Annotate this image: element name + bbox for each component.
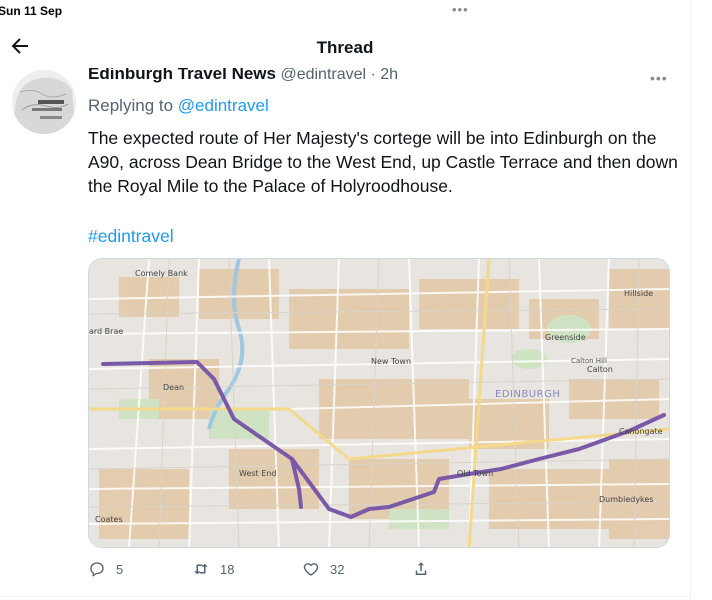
map-label-new-town: New Town [371,357,412,366]
map-label-west-end: West End [239,469,277,478]
like-button[interactable]: 32 [302,560,344,578]
tweet-divider [0,596,690,597]
retweet-button[interactable]: 18 [192,560,234,578]
column-divider [690,0,691,600]
tweet-actions: 5 18 32 [88,560,508,582]
share-button[interactable] [412,560,430,578]
map-label-dean: Dean [163,383,185,392]
page-title: Thread [316,38,374,57]
map-label-calton: Calton [587,365,613,374]
map-label-comely-bank: Comely Bank [135,269,188,278]
share-icon [415,562,427,575]
like-count: 32 [330,561,345,577]
more-options-icon[interactable]: ••• [650,70,668,86]
map-label-old-town: Old Town [457,469,494,478]
replying-to: Replying to @edintravel [88,96,269,116]
tweet-text: The expected route of Her Majesty's cort… [88,128,678,196]
map-label-canongate: Canongate [619,427,663,436]
status-bar: Sun 11 Sep ••• [0,0,690,22]
reply-button[interactable]: 5 [88,560,123,578]
map-label-coates: Coates [95,515,123,524]
thread-header: Thread [0,30,690,66]
hashtag-link[interactable]: #edintravel [88,226,174,247]
map-label-ard-brae: ard Brae [89,327,124,336]
map-label-calton-hill: Calton Hill [571,357,607,365]
author-name[interactable]: Edinburgh Travel News [88,68,276,83]
map-canvas [89,259,669,547]
retweet-icon [194,563,208,575]
route-map-image[interactable]: Comely Bank Hillside ard Brae Greenside … [88,258,670,548]
avatar[interactable] [12,70,76,134]
replying-to-label: Replying to [88,96,178,115]
retweet-count: 18 [220,561,235,577]
multitask-dots[interactable]: ••• [452,2,469,17]
map-label-edinburgh: EDINBURGH [495,389,561,400]
author-meta[interactable]: @edintravel · 2h [276,68,398,83]
tweet-header: Edinburgh Travel News @edintravel · 2h [88,68,398,85]
reply-count: 5 [116,561,124,577]
map-label-hillside: Hillside [624,289,654,298]
status-date: Sun 11 Sep [0,4,63,18]
map-label-greenside: Greenside [545,333,586,342]
replying-to-handle[interactable]: @edintravel [178,96,269,115]
heart-icon [303,563,319,576]
map-label-dumbiedykes: Dumbiedykes [599,495,654,504]
reply-icon [90,562,104,577]
